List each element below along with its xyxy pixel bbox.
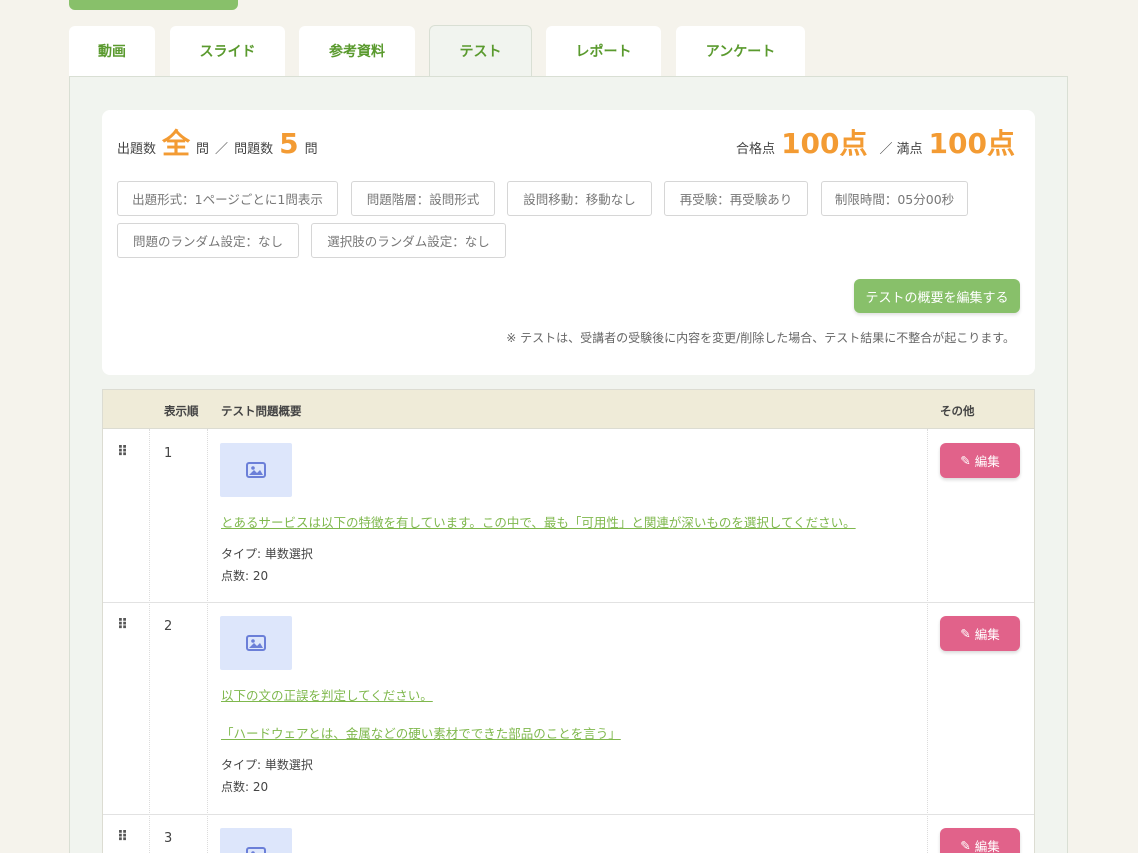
total-unit: 問 bbox=[304, 142, 318, 157]
drag-handle-icon[interactable]: ⠿ bbox=[117, 829, 128, 845]
edit-label: 編集 bbox=[974, 627, 1000, 642]
full-score-value: 100点 bbox=[928, 127, 1015, 160]
col-order: 表示順 bbox=[164, 404, 199, 418]
chip-format: 出題形式：1ページごとに1問表示 bbox=[117, 181, 338, 216]
chip-navigation: 設問移動：移動なし bbox=[507, 181, 652, 216]
question-link[interactable]: とあるサービスは以下の特徴を有しています。この中で、最も「可用性」と関連が深いも… bbox=[221, 512, 856, 531]
image-placeholder-icon bbox=[220, 828, 292, 853]
tab-report[interactable]: レポート bbox=[546, 26, 661, 76]
pass-score-value: 100点 bbox=[781, 127, 868, 160]
question-count-line: 出題数 全 問 ／ 問題数 5 問 bbox=[117, 130, 318, 158]
warning-note: ※ テストは、受講者の受験後に内容を変更/削除した場合、テスト結果に不整合が起こ… bbox=[506, 331, 1015, 345]
tab-survey[interactable]: アンケート bbox=[676, 26, 805, 76]
pencil-icon: ✎ bbox=[960, 626, 971, 641]
edit-button[interactable]: ✎ 編集 bbox=[940, 828, 1020, 853]
question-link[interactable]: 以下の文の正誤を判定してください。 bbox=[221, 685, 433, 704]
question-link[interactable]: 「ハードウェアとは、金属などの硬い素材でできた部品のことを言う」 bbox=[221, 723, 621, 742]
full-score-label: 満点 bbox=[896, 142, 923, 157]
question-points: 点数: 20 bbox=[221, 780, 269, 794]
drag-handle-icon[interactable]: ⠿ bbox=[117, 617, 128, 633]
question-table: 表示順 テスト問題概要 その他 ⠿ 1 とあるサービスは以下の特徴を有しています… bbox=[102, 389, 1035, 853]
tab-video[interactable]: 動画 bbox=[69, 26, 155, 76]
total-count-value: 5 bbox=[279, 127, 299, 160]
top-action-button[interactable] bbox=[69, 0, 238, 10]
col-summary: テスト問題概要 bbox=[221, 404, 302, 418]
tab-reference[interactable]: 参考資料 bbox=[299, 26, 415, 76]
table-header: 表示順 テスト問題概要 その他 bbox=[103, 390, 1034, 429]
image-placeholder-icon bbox=[220, 443, 292, 497]
edit-button[interactable]: ✎ 編集 bbox=[940, 616, 1020, 651]
edit-button[interactable]: ✎ 編集 bbox=[940, 443, 1020, 478]
table-row: ⠿ 3 ✎ 編集 bbox=[103, 815, 1034, 853]
row-order: 3 bbox=[164, 831, 173, 846]
pencil-icon: ✎ bbox=[960, 453, 971, 468]
question-points: 点数: 20 bbox=[221, 569, 269, 583]
col-other: その他 bbox=[940, 404, 975, 418]
edit-overview-button[interactable]: テストの概要を編集する bbox=[854, 279, 1020, 313]
edit-label: 編集 bbox=[974, 839, 1000, 853]
edit-label: 編集 bbox=[974, 454, 1000, 469]
question-type: タイプ: 単数選択 bbox=[221, 547, 313, 561]
image-placeholder-icon bbox=[220, 616, 292, 670]
question-unit: 問 bbox=[196, 142, 210, 157]
row-order: 2 bbox=[164, 619, 173, 634]
chip-question-random: 問題のランダム設定：なし bbox=[117, 223, 299, 258]
tab-slides[interactable]: スライド bbox=[170, 26, 285, 76]
question-type: タイプ: 単数選択 bbox=[221, 758, 313, 772]
table-row: ⠿ 2 以下の文の正誤を判定してください。 「ハードウェアとは、金属などの硬い素… bbox=[103, 603, 1034, 815]
chip-choice-random: 選択肢のランダム設定：なし bbox=[311, 223, 506, 258]
chip-hierarchy: 問題階層：設問形式 bbox=[351, 181, 495, 216]
score-line: 合格点 100点 ／ 満点 100点 bbox=[736, 130, 1015, 158]
total-count-label: 問題数 bbox=[234, 142, 274, 157]
drag-handle-icon[interactable]: ⠿ bbox=[117, 444, 128, 460]
question-count-value: 全 bbox=[162, 127, 191, 160]
tab-test[interactable]: テスト bbox=[429, 25, 532, 76]
question-count-label: 出題数 bbox=[117, 142, 157, 157]
pencil-icon: ✎ bbox=[960, 838, 971, 853]
chip-time-limit: 制限時間：05分00秒 bbox=[821, 181, 968, 216]
separator: ／ bbox=[879, 142, 893, 157]
row-order: 1 bbox=[164, 446, 173, 461]
chip-retake: 再受験：再受験あり bbox=[664, 181, 808, 216]
pass-score-label: 合格点 bbox=[736, 142, 776, 157]
separator: ／ bbox=[215, 142, 229, 157]
test-summary-card: 出題数 全 問 ／ 問題数 5 問 合格点 100点 ／ 満点 100点 出題形… bbox=[102, 110, 1035, 375]
table-row: ⠿ 1 とあるサービスは以下の特徴を有しています。この中で、最も「可用性」と関連… bbox=[103, 429, 1034, 603]
